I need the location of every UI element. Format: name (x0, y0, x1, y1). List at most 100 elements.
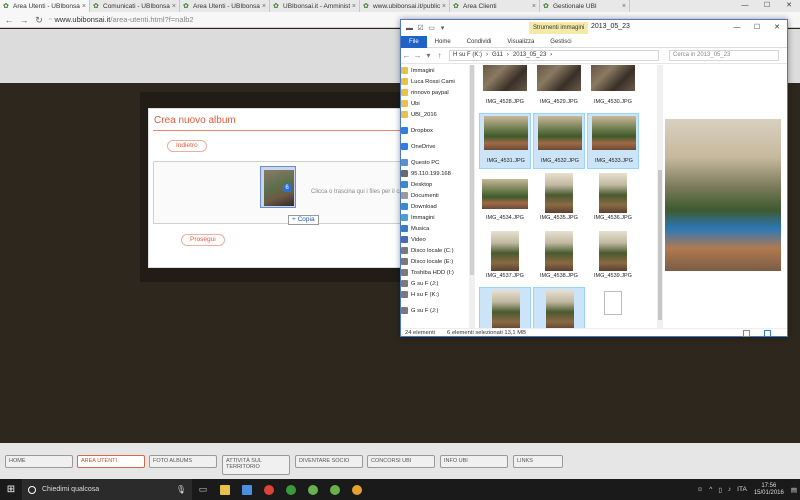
breadcrumb-item[interactable]: H su F (K:) (453, 51, 482, 60)
large-icons-view-icon[interactable] (764, 330, 771, 337)
browser-tab[interactable]: ✿ UBIbonsai.it - Amministrazione× (270, 0, 360, 12)
url-field[interactable]: ▫ www.ubibonsai.it/area-utenti.html?f=na… (49, 14, 429, 25)
site-nav-item[interactable]: DIVENTARE SOCIO (295, 455, 363, 468)
browser-tab[interactable]: ✿ www.ubibonsai.it/public/× (360, 0, 450, 12)
back-arrow-icon[interactable]: ← (401, 51, 412, 60)
file-item[interactable]: IMG_4533.JPG (587, 113, 639, 169)
nav-pane-item[interactable]: Desktop (401, 179, 469, 190)
cortana-search[interactable]: Chiedimi qualcosa 🎙 (22, 479, 192, 500)
ribbon-tab[interactable]: Condividi (459, 36, 500, 48)
browser-tab[interactable]: ✿ Area Utenti - UBIbonsai.it × (180, 0, 270, 12)
reload-icon[interactable]: ↻ (33, 14, 45, 26)
ribbon-tab[interactable]: Home (427, 36, 459, 48)
store-icon[interactable] (236, 479, 258, 500)
nav-pane-item[interactable]: Toshiba HDD (I:) (401, 267, 469, 278)
start-windows-icon[interactable]: ⊞ (0, 479, 22, 500)
new-folder-icon[interactable]: ▭ (427, 24, 436, 33)
app-icon-3[interactable] (324, 479, 346, 500)
nav-pane-item[interactable]: UBI_2016 (401, 109, 469, 120)
tab-close-icon[interactable]: × (532, 3, 536, 10)
tab-close-icon[interactable]: × (82, 3, 86, 10)
nav-pane-item[interactable]: Musica (401, 223, 469, 234)
browser-tab[interactable]: ✿ Gestionale UBI × (540, 0, 630, 12)
file-item[interactable]: IMG_4532.JPG (533, 113, 585, 169)
nav-pane-item[interactable]: rinnovo paypal (401, 87, 469, 98)
nav-pane-item[interactable]: H su F (K:) (401, 289, 469, 300)
site-nav-item[interactable]: INFO UBI (440, 455, 508, 468)
tab-close-icon[interactable]: × (442, 3, 446, 10)
file-item[interactable]: IMG_4540.JPG (479, 287, 531, 328)
file-item[interactable]: IMG_4537.JPG (479, 229, 531, 285)
navigation-pane-scrollbar[interactable] (469, 65, 475, 328)
nav-pane-item[interactable]: Documenti (401, 190, 469, 201)
site-nav-item[interactable]: ATTIVITÀ SUL TERRITORIO (222, 455, 290, 475)
app-icon-4[interactable] (346, 479, 368, 500)
file-item[interactable]: IMG_4536.JPG (587, 171, 639, 227)
tab-close-icon[interactable]: × (172, 3, 176, 10)
scrollbar-thumb[interactable] (658, 170, 662, 320)
file-item[interactable]: IMG_4529.JPG (533, 65, 585, 111)
breadcrumb-item[interactable]: G11 (492, 51, 503, 60)
site-nav-item[interactable]: HOME (5, 455, 73, 468)
breadcrumb-separator-icon[interactable]: › (507, 51, 509, 60)
nav-pane-item[interactable]: Immagini (401, 65, 469, 76)
nav-pane-item[interactable]: Disco locale (E:) (401, 256, 469, 267)
app-icon-1[interactable] (280, 479, 302, 500)
file-item[interactable]: IMG_4539.JPG (587, 229, 639, 285)
file-item[interactable]: IMG_4538.JPG (533, 229, 585, 285)
nav-pane-item[interactable]: Video (401, 234, 469, 245)
explorer-minimize-icon[interactable]: — (727, 20, 747, 35)
nav-pane-item[interactable]: Disco locale (C:) (401, 245, 469, 256)
continue-button[interactable]: Prosegui (181, 234, 225, 246)
explorer-maximize-icon[interactable]: ☐ (747, 20, 767, 35)
nav-pane-item[interactable]: Dropbox (401, 125, 469, 136)
scrollbar-thumb[interactable] (470, 65, 474, 275)
forward-arrow-icon[interactable]: → (18, 14, 30, 26)
file-item[interactable]: IMG_4541.JPG (533, 287, 585, 328)
site-nav-item[interactable]: AREA UTENTI (77, 455, 145, 468)
back-button[interactable]: Indietro (167, 140, 207, 152)
nav-pane-item[interactable]: Immagini (401, 212, 469, 223)
nav-pane-item[interactable]: Questo PC (401, 157, 469, 168)
tab-close-icon[interactable]: × (262, 3, 266, 10)
file-item[interactable]: IMG_4530.JPG (587, 65, 639, 111)
chrome-icon[interactable] (258, 479, 280, 500)
ribbon-tab[interactable]: Visualizza (499, 36, 542, 48)
file-item[interactable]: ZbThumbnail.info (587, 287, 639, 328)
forward-arrow-icon[interactable]: → (412, 51, 423, 60)
file-item[interactable]: IMG_4531.JPG (479, 113, 531, 169)
breadcrumb-separator-icon[interactable]: › (486, 51, 488, 60)
browser-tab[interactable]: ✿ Comunicati - UBIbonsai.it × (90, 0, 180, 12)
ribbon-tab[interactable]: Gestisci (542, 36, 579, 48)
chevron-up-icon[interactable]: ^ (709, 486, 712, 493)
browser-tab[interactable]: ✿ Area Clienti × (450, 0, 540, 12)
browser-tab[interactable]: ✿ Area Utenti - UBIbonsai.it × (0, 0, 90, 12)
tab-close-icon[interactable]: × (622, 3, 626, 10)
close-icon[interactable]: ✕ (778, 0, 800, 12)
explorer-search-input[interactable]: Cerca in 2013_05_23 (669, 50, 779, 61)
site-nav-item[interactable]: LINKS (513, 455, 563, 468)
app-icon-2[interactable] (302, 479, 324, 500)
up-arrow-icon[interactable]: ↑ (434, 51, 445, 60)
nav-pane-item[interactable]: Luca Rossi Cami (401, 76, 469, 87)
image-tools-context-tab[interactable]: Strumenti immagini (529, 22, 589, 34)
volume-icon[interactable]: ♪ (728, 486, 731, 493)
breadcrumb[interactable]: H su F (K:) › G11 › 2013_05_23 › (449, 50, 659, 61)
site-nav-item[interactable]: CONCORSI UBI (367, 455, 435, 468)
breadcrumb-item[interactable]: 2013_05_23 (513, 51, 546, 60)
file-explorer-icon[interactable] (214, 479, 236, 500)
nav-pane-item[interactable]: 95.110.199.168 (401, 168, 469, 179)
people-icon[interactable]: ☺ (697, 486, 704, 493)
file-item[interactable]: IMG_4534.JPG (479, 171, 531, 227)
details-view-icon[interactable] (743, 330, 750, 337)
task-view-icon[interactable]: ▭ (192, 479, 214, 500)
nav-pane-item[interactable]: OneDrive (401, 141, 469, 152)
maximize-icon[interactable]: ☐ (756, 0, 778, 12)
clock[interactable]: 17:56 15/01/2016 (754, 483, 784, 497)
ribbon-tab[interactable]: File (401, 35, 427, 48)
explorer-close-icon[interactable]: ✕ (767, 20, 787, 35)
recent-chevron-icon[interactable]: ▾ (423, 51, 434, 60)
site-nav-item[interactable]: FOTO ALBUMS (149, 455, 217, 468)
breadcrumb-separator-icon[interactable]: › (550, 51, 552, 60)
nav-pane-item[interactable]: Ubi (401, 98, 469, 109)
